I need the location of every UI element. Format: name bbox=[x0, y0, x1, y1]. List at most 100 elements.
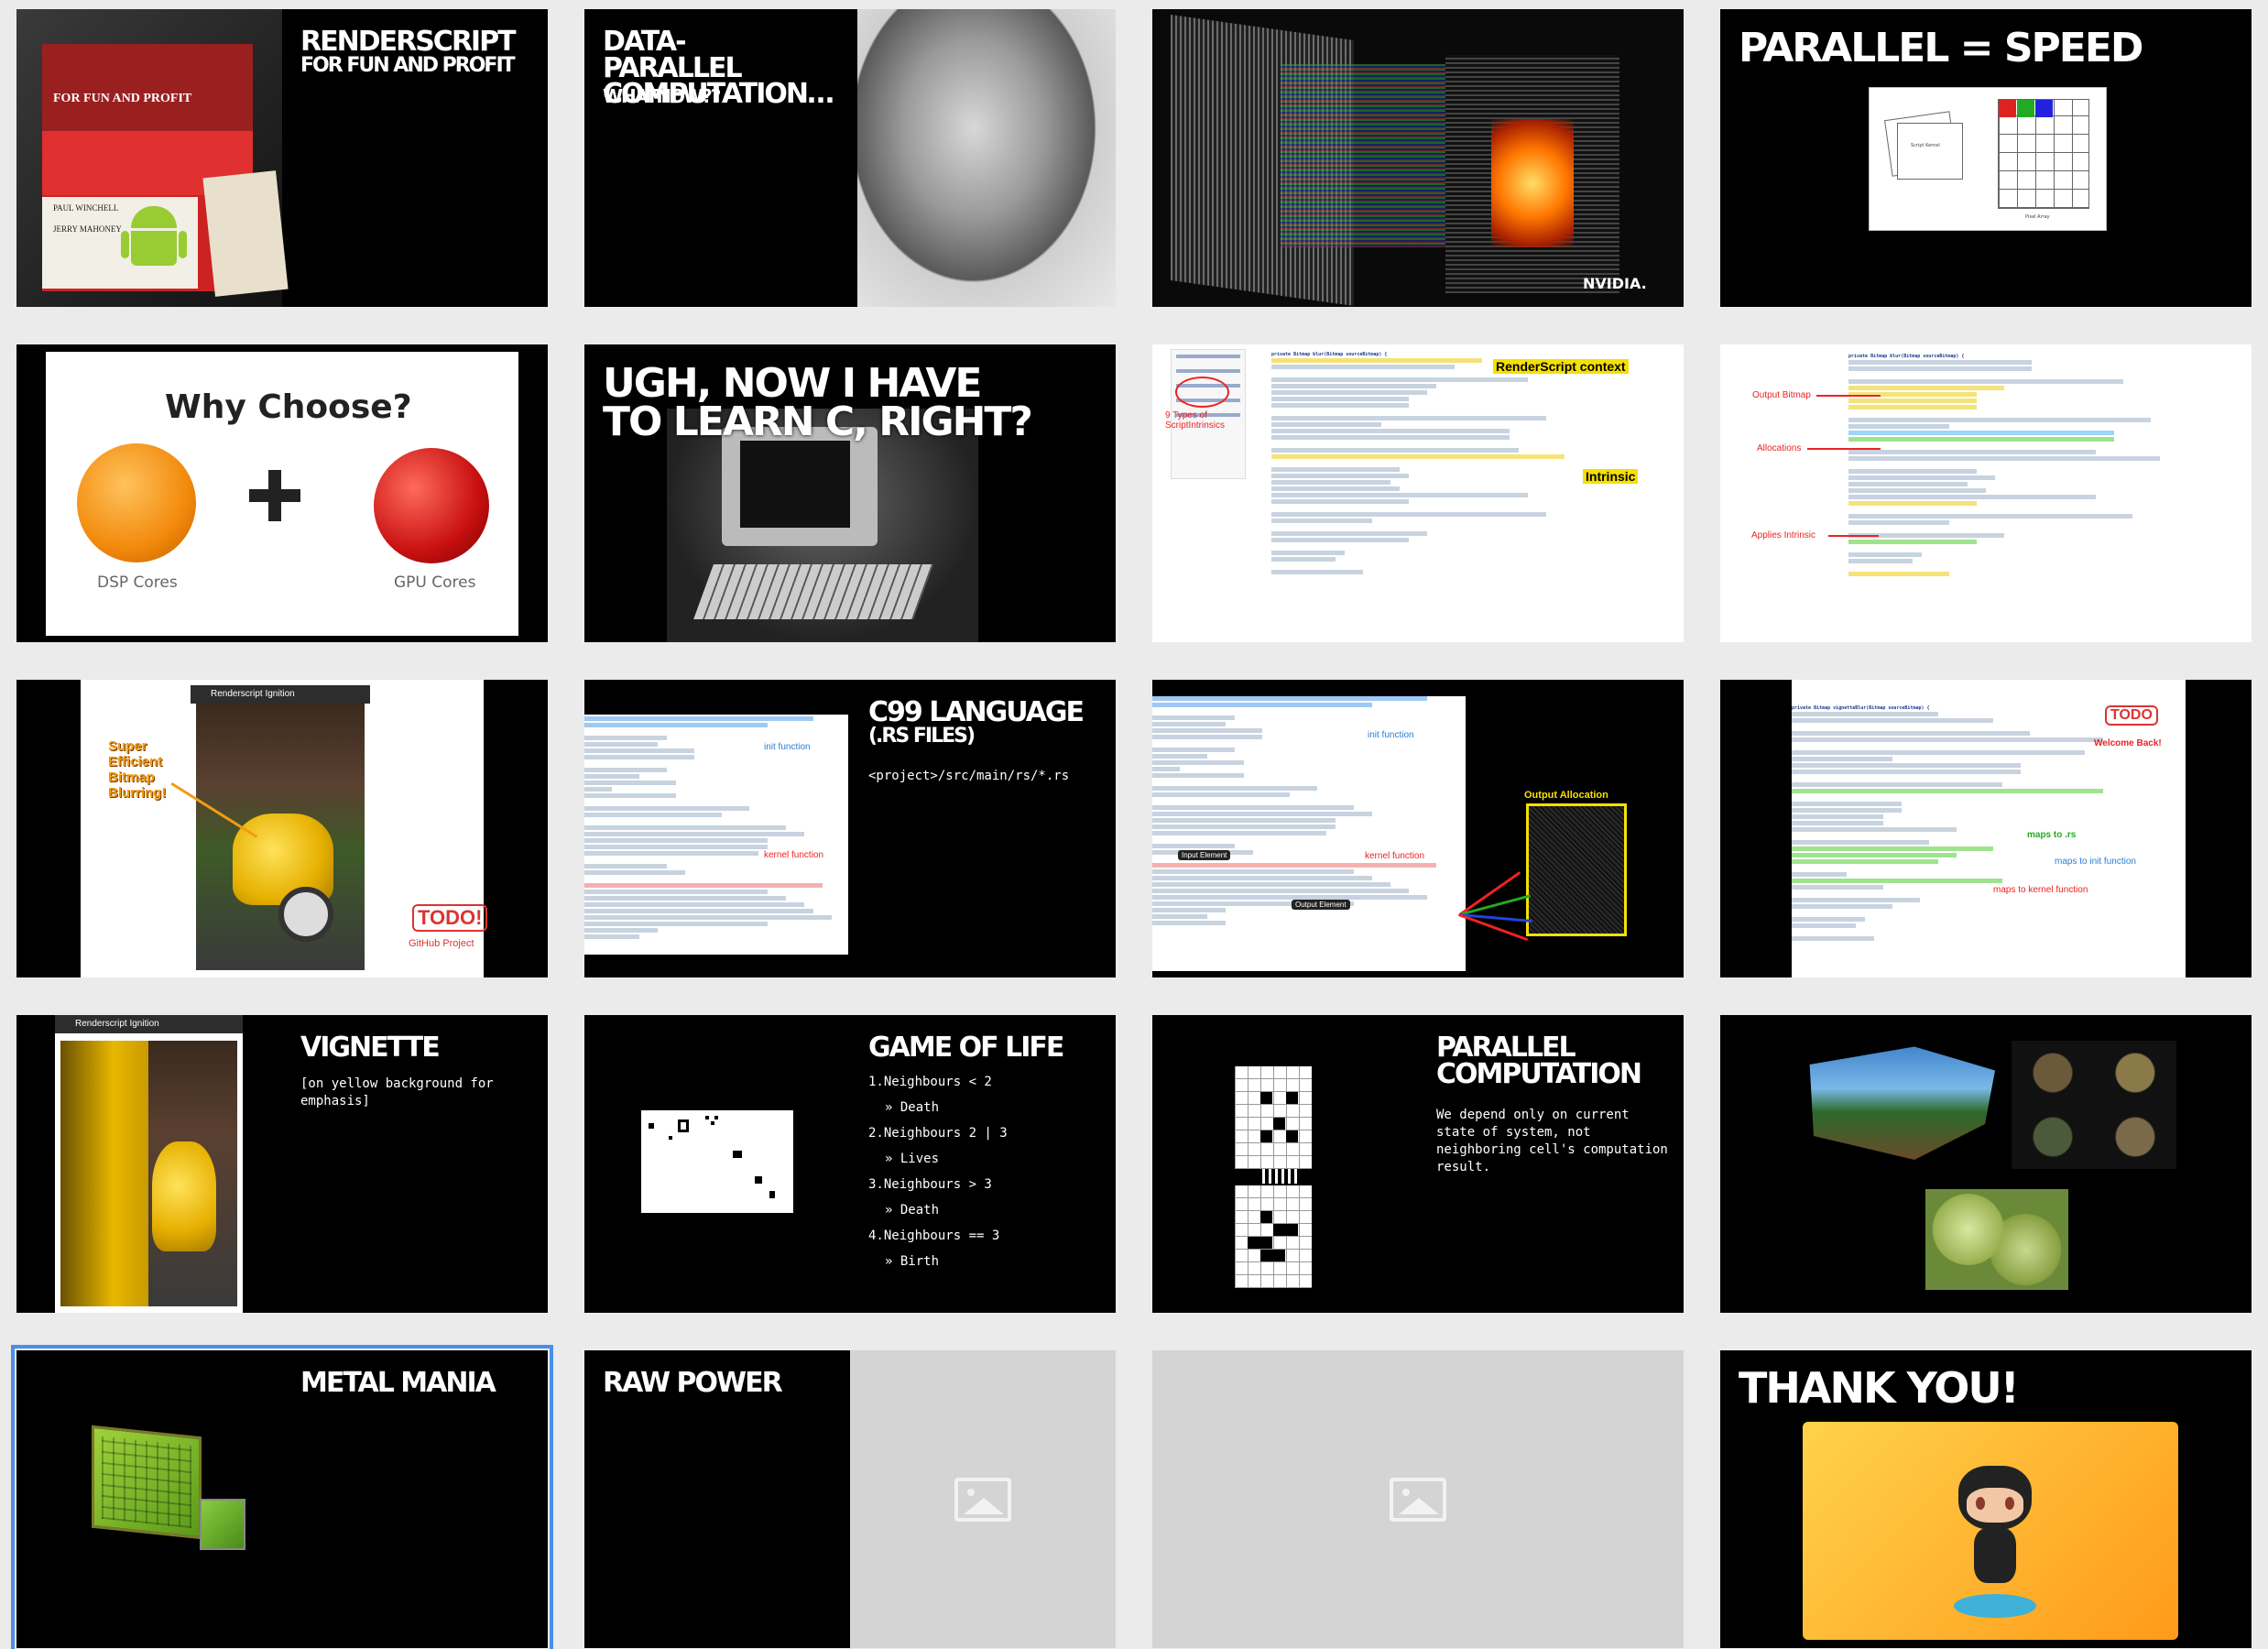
slide-thumbnail-13[interactable]: Renderscript Ignition Vignette [on yello… bbox=[16, 1015, 548, 1313]
slide-thumbnail-7[interactable]: 9 Types of ScriptIntrinsics private Bitm… bbox=[1152, 344, 1684, 642]
rule-result: » Lives bbox=[885, 1152, 940, 1166]
slide-thumbnail-9[interactable]: Renderscript Ignition Super Efficient Bi… bbox=[16, 680, 548, 977]
slide-thumbnail-8[interactable]: private Bitmap blur(Bitmap sourceBitmap)… bbox=[1720, 344, 2252, 642]
small-chip-image bbox=[200, 1499, 245, 1550]
romanesco-render bbox=[1925, 1189, 2068, 1290]
slide-thumbnail-10[interactable]: init function kernel function C99 langua… bbox=[584, 680, 1116, 977]
slide-title: Vignette bbox=[300, 1032, 441, 1064]
slide-title: Renderscript bbox=[300, 26, 517, 58]
slide-subtitle: (.rs files) bbox=[868, 725, 976, 748]
gpu-chip-image bbox=[92, 1425, 202, 1540]
yellow-vignette-photo bbox=[60, 1041, 237, 1306]
book-author2: JERRY MAHONEY bbox=[53, 224, 122, 234]
octocat-icon bbox=[1954, 1466, 2036, 1622]
rule-result: » Birth bbox=[885, 1254, 940, 1269]
nvidia-logo: NVIDIA. bbox=[1583, 275, 1647, 292]
cell-state-grid-bottom bbox=[1235, 1185, 1312, 1288]
image-placeholder[interactable] bbox=[1152, 1350, 1684, 1648]
dsp-label: DSP Cores bbox=[97, 573, 178, 592]
annotation-init: init function bbox=[764, 742, 811, 752]
why-choose-heading: Why Choose? bbox=[165, 388, 412, 426]
android-icon bbox=[121, 206, 187, 275]
slide-thumbnail-12[interactable]: private Bitmap vignetteBlur(Bitmap sourc… bbox=[1720, 680, 2252, 977]
callout-text: Super Efficient Bitmap Blurring! bbox=[108, 738, 167, 801]
rule-result: » Death bbox=[885, 1203, 940, 1218]
cell-state-grid-top bbox=[1235, 1066, 1312, 1169]
fractal-trees-render bbox=[2012, 1041, 2176, 1169]
annotation-maps-rs: maps to .rs bbox=[2027, 830, 2077, 840]
slide-title: Parallel = Speed bbox=[1739, 25, 2143, 71]
annotation-kernel: kernel function bbox=[764, 850, 824, 860]
slide-title: Ugh, now I have to learn C, right? bbox=[603, 360, 1033, 445]
floating-island-render bbox=[1809, 1046, 1995, 1160]
code-block: private Bitmap blur(Bitmap sourceBitmap)… bbox=[1271, 352, 1665, 636]
slide-thumbnail-3[interactable]: NVIDIA. bbox=[1152, 9, 1684, 307]
slide-thumbnail-14[interactable]: Game of Life 1.Neighbours < 2 » Death 2.… bbox=[584, 1015, 1116, 1313]
slide-sorter-grid: FOR FUN AND PROFIT PAUL WINCHELL JERRY M… bbox=[11, 9, 2252, 1649]
rule-condition: 4.Neighbours == 3 bbox=[868, 1229, 1000, 1243]
welcome-back-label: Welcome Back! bbox=[2094, 738, 2162, 748]
game-of-life-grid bbox=[641, 1110, 793, 1213]
annotation-intrinsic: Intrinsic bbox=[1583, 469, 1639, 484]
image-placeholder[interactable] bbox=[850, 1350, 1116, 1648]
rule-result: » Death bbox=[885, 1100, 940, 1115]
down-arrows-icon bbox=[1262, 1169, 1299, 1184]
slide-title: C99 language bbox=[868, 696, 1085, 728]
slide-thumbnail-11[interactable]: init function kernel function Input Elem… bbox=[1152, 680, 1684, 977]
annotation-applies-intrinsic: Applies Intrinsic bbox=[1751, 530, 1816, 541]
orange-image bbox=[77, 443, 196, 562]
slide-body: We depend only on current state of syste… bbox=[1436, 1108, 1668, 1174]
apple-image bbox=[374, 448, 489, 563]
slide-thumbnail-20[interactable]: Thank You! bbox=[1720, 1350, 2252, 1648]
code-first-line: private Bitmap blur(Bitmap sourceBitmap)… bbox=[1271, 352, 1388, 357]
parallel-diagram: Script Kernel Pixel Array bbox=[1869, 87, 2107, 231]
slide-body: [on yellow background for emphasis] bbox=[300, 1076, 494, 1108]
slide-thumbnail-15[interactable]: Parallel computation We depend only on c… bbox=[1152, 1015, 1684, 1313]
slide-thumbnail-18[interactable]: Raw Power bbox=[584, 1350, 1116, 1648]
rules-list: 1.Neighbours < 2 » Death 2.Neighbours 2 … bbox=[868, 1074, 1008, 1271]
slide-thumbnail-6[interactable]: Ugh, now I have to learn C, right? bbox=[584, 344, 1116, 642]
annotation-context: RenderScript context bbox=[1493, 359, 1629, 374]
book-cover-image: FOR FUN AND PROFIT PAUL WINCHELL JERRY M… bbox=[16, 9, 289, 307]
slide-thumbnail-1[interactable]: FOR FUN AND PROFIT PAUL WINCHELL JERRY M… bbox=[16, 9, 548, 307]
slide-subtitle: for fun and profit bbox=[300, 54, 516, 77]
slide-subtitle: whatnow?? bbox=[603, 85, 721, 107]
slide-title: Game of Life bbox=[868, 1032, 1064, 1064]
slide-thumbnail-19[interactable] bbox=[1152, 1350, 1684, 1648]
book-top-text: FOR FUN AND PROFIT bbox=[53, 92, 192, 105]
slide-thumbnail-17[interactable]: Metal Mania bbox=[11, 1345, 553, 1649]
slide-thumbnail-5[interactable]: Why Choose? DSP Cores GPU Cores bbox=[16, 344, 548, 642]
annotation-output-bitmap: Output Bitmap bbox=[1752, 390, 1811, 400]
phone-title-bar: Renderscript Ignition bbox=[191, 685, 370, 704]
octocat-card bbox=[1803, 1422, 2178, 1640]
annotation-init: init function bbox=[1368, 730, 1414, 740]
code-block bbox=[1152, 696, 1466, 971]
github-link-label: GitHub Project bbox=[409, 938, 474, 949]
todo-badge: TODO! bbox=[412, 904, 488, 932]
array-label: Pixel Array bbox=[2025, 214, 2050, 220]
highlight-circle bbox=[1175, 377, 1229, 408]
gpu-visualization-photo: NVIDIA. bbox=[1152, 9, 1684, 307]
slide-title: Metal Mania bbox=[300, 1367, 496, 1399]
rule-condition: 1.Neighbours < 2 bbox=[868, 1075, 992, 1089]
yellow-scooter-photo bbox=[196, 704, 365, 970]
annotation-maps-init: maps to init function bbox=[2055, 857, 2136, 867]
book-author: PAUL WINCHELL bbox=[53, 203, 119, 213]
image-placeholder-icon bbox=[954, 1477, 1011, 1522]
gpu-label: GPU Cores bbox=[394, 573, 476, 592]
slide-thumbnail-4[interactable]: Parallel = Speed Script Kernel Pixel Arr… bbox=[1720, 9, 2252, 307]
slide-title: Thank You! bbox=[1739, 1363, 2020, 1413]
slide-title: Raw Power bbox=[603, 1367, 783, 1399]
rs-path: <project>/src/main/rs/*.rs bbox=[868, 769, 1070, 783]
why-choose-panel: Why Choose? DSP Cores GPU Cores bbox=[46, 352, 518, 636]
code-first-line: private Bitmap blur(Bitmap sourceBitmap)… bbox=[1848, 354, 1965, 359]
code-block: private Bitmap blur(Bitmap sourceBitmap)… bbox=[1848, 354, 2233, 633]
kernel-label: Script Kernel bbox=[1911, 143, 1940, 148]
slide-thumbnail-2[interactable]: Data-parallel computation… whatnow?? bbox=[584, 9, 1116, 307]
annotation-types: 9 Types of ScriptIntrinsics bbox=[1165, 410, 1226, 431]
rule-condition: 3.Neighbours > 3 bbox=[868, 1177, 992, 1192]
phone-title-bar: Renderscript Ignition bbox=[55, 1015, 243, 1033]
image-placeholder-icon bbox=[1390, 1477, 1446, 1522]
slide-thumbnail-16[interactable] bbox=[1720, 1015, 2252, 1313]
annotation-allocations: Allocations bbox=[1757, 443, 1802, 453]
